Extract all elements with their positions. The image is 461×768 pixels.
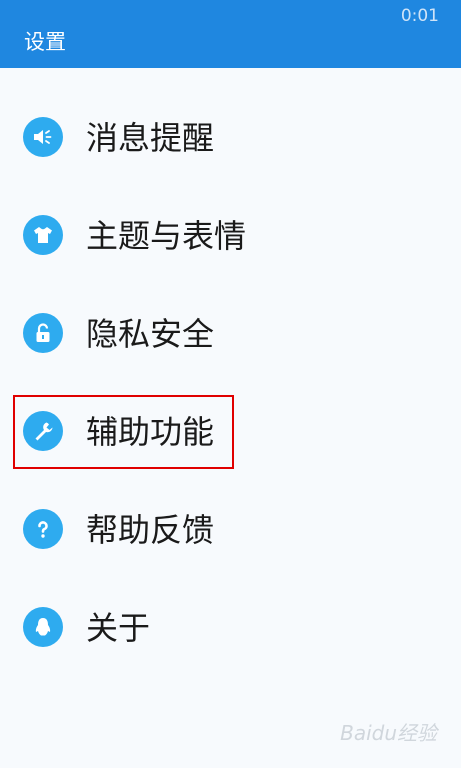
speaker-icon [23,117,63,157]
menu-item-label: 辅助功能 [86,413,215,451]
app-header: 0:01 设置 [0,0,461,68]
wrench-icon [23,411,63,451]
menu-item-help-feedback[interactable]: 帮助反馈 [14,489,434,571]
page-title: 设置 [24,30,66,54]
menu-item-label: 关于 [86,609,151,647]
menu-item-label: 主题与表情 [86,217,247,255]
menu-item-about[interactable]: 关于 [14,587,434,669]
lock-icon [23,313,63,353]
menu-item-privacy[interactable]: 隐私安全 [14,293,434,375]
question-icon [23,509,63,549]
menu-item-accessibility[interactable]: 辅助功能 [14,391,434,473]
menu-item-themes[interactable]: 主题与表情 [14,195,434,277]
menu-item-label: 消息提醒 [86,119,215,157]
menu-item-label: 帮助反馈 [86,511,215,549]
watermark: Baidu经验 [340,721,437,745]
penguin-icon [23,607,63,647]
status-clock: 0:01 [400,6,439,26]
shirt-icon [23,215,63,255]
menu-item-notifications[interactable]: 消息提醒 [14,97,434,179]
menu-item-label: 隐私安全 [86,315,215,353]
